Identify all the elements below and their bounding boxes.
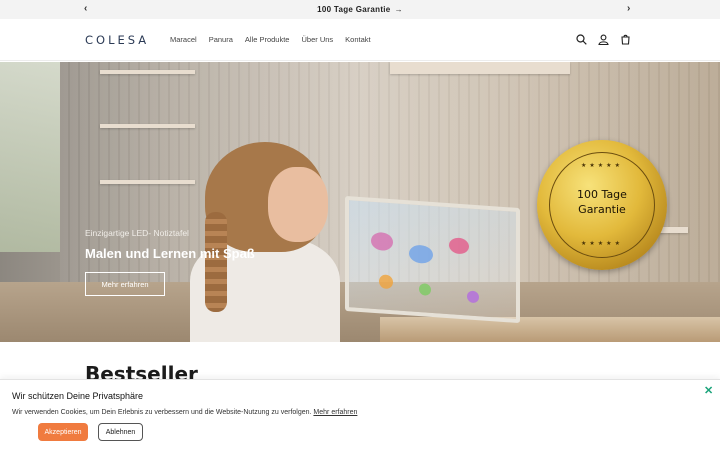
chevron-left-icon[interactable]: ‹ xyxy=(84,3,88,14)
chevron-right-icon[interactable]: › xyxy=(627,3,631,14)
header-icons xyxy=(576,32,631,46)
announcement-text: 100 Tage Garantie xyxy=(317,5,391,14)
site-header: COLESA Maracel Panura Alle Produkte Über… xyxy=(0,19,720,61)
main-nav: Maracel Panura Alle Produkte Über Uns Ko… xyxy=(170,35,371,44)
led-board-image xyxy=(345,195,520,324)
hero-cta-button[interactable]: Mehr erfahren xyxy=(85,272,165,296)
announcement-bar: ‹ 100 Tage Garantie → › xyxy=(0,0,720,19)
cookie-banner: Wir schützen Deine Privatsphäre Wir verw… xyxy=(0,379,720,450)
arrow-right-icon: → xyxy=(394,5,403,14)
hero-desk xyxy=(380,317,720,342)
cart-icon[interactable] xyxy=(620,32,631,45)
hero-child-face xyxy=(268,167,328,242)
hero-child-braid xyxy=(205,212,227,312)
hero-text: Einzigartige LED- Notiztafel Malen und L… xyxy=(85,228,255,261)
hero-window xyxy=(0,62,60,252)
hero-shelf xyxy=(390,62,570,74)
cookie-description: Wir verwenden Cookies, um Dein Erlebnis … xyxy=(12,409,312,416)
accept-cookies-button[interactable]: Akzeptieren xyxy=(38,423,88,441)
badge-stars-top: ★★★★★ xyxy=(581,163,623,169)
badge-line-1: 100 Tage xyxy=(577,188,627,201)
brand-logo[interactable]: COLESA xyxy=(85,33,149,47)
cookie-title: Wir schützen Deine Privatsphäre xyxy=(12,391,144,401)
hero-banner: ★★★★★ 100 Tage Garantie ★★★★★ xyxy=(0,62,720,342)
hero-shelf xyxy=(100,180,195,184)
nav-item-kontakt[interactable]: Kontakt xyxy=(345,35,370,44)
guarantee-badge: ★★★★★ 100 Tage Garantie ★★★★★ xyxy=(537,140,667,270)
nav-item-ueber-uns[interactable]: Über Uns xyxy=(301,35,333,44)
hero-shelf xyxy=(100,124,195,128)
nav-item-alle-produkte[interactable]: Alle Produkte xyxy=(245,35,290,44)
search-icon[interactable] xyxy=(576,32,587,45)
account-icon[interactable] xyxy=(598,32,609,46)
badge-stars-bottom: ★★★★★ xyxy=(581,241,623,247)
nav-item-maracel[interactable]: Maracel xyxy=(170,35,197,44)
hero-eyebrow: Einzigartige LED- Notiztafel xyxy=(85,228,189,238)
hero-shelf xyxy=(100,70,195,74)
reject-cookies-button[interactable]: Ablehnen xyxy=(98,423,143,441)
cookie-text: Wir verwenden Cookies, um Dein Erlebnis … xyxy=(12,409,357,416)
nav-item-panura[interactable]: Panura xyxy=(209,35,233,44)
badge-line-2: Garantie xyxy=(578,203,626,216)
announcement-message[interactable]: 100 Tage Garantie → xyxy=(317,5,403,14)
close-icon[interactable]: ✕ xyxy=(704,384,713,397)
hero-title: Malen und Lernen mit Spaß xyxy=(85,246,255,261)
cookie-more-link[interactable]: Mehr erfahren xyxy=(313,409,357,416)
